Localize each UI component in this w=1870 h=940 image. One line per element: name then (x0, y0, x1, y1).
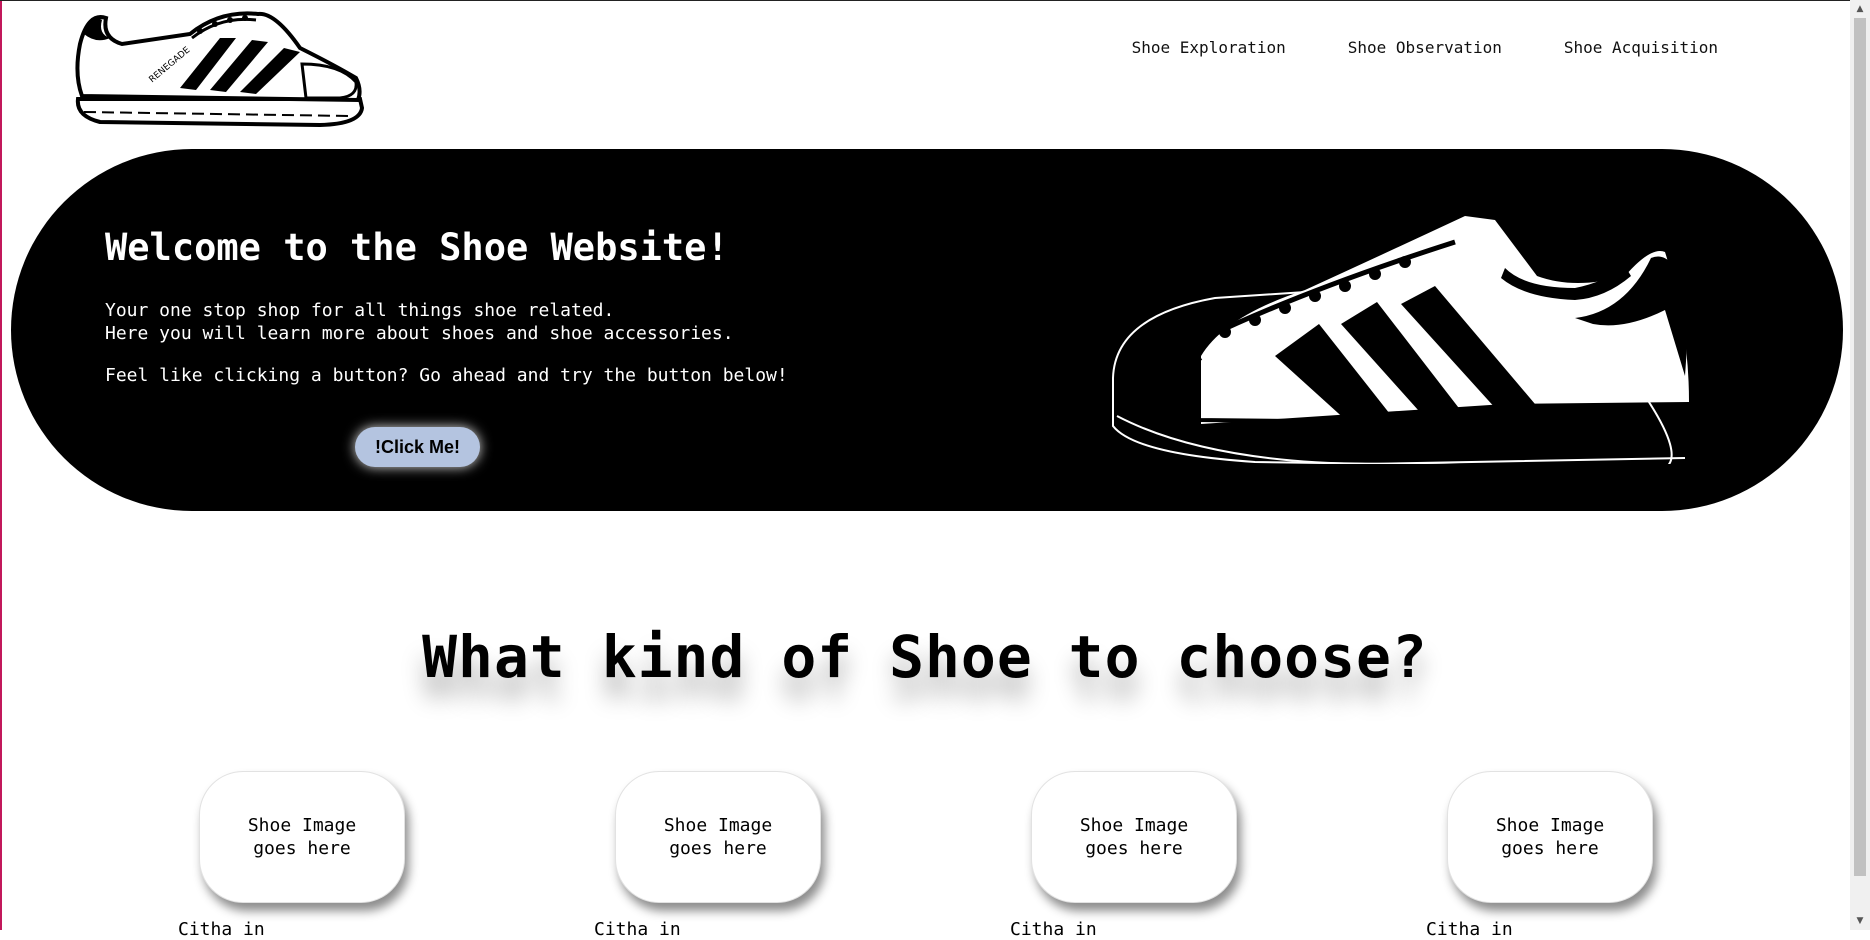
shoe-card-image-placeholder: Shoe Image goes here (1079, 815, 1189, 859)
hero-line-3: Feel like clicking a button? Go ahead an… (105, 365, 788, 386)
shoe-card-2[interactable]: Shoe Image goes here (615, 771, 821, 903)
shoe-card-image-placeholder: Shoe Image goes here (663, 815, 773, 859)
section-title: What kind of Shoe to choose? (422, 623, 1428, 691)
nav-link-shoe-observation[interactable]: Shoe Observation (1348, 38, 1502, 57)
vertical-scrollbar[interactable]: ▲ ▼ (1850, 0, 1870, 930)
shoe-card-1[interactable]: Shoe Image goes here (199, 771, 405, 903)
shoe-logo-icon[interactable]: RENEGADE (70, 4, 372, 134)
hero-line-1: Your one stop shop for all things shoe r… (105, 300, 615, 321)
hero-banner: Welcome to the Shoe Website! Your one st… (11, 149, 1843, 511)
shoe-card-image-placeholder: Shoe Image goes here (247, 815, 357, 859)
hero-line-2: Here you will learn more about shoes and… (105, 323, 734, 344)
page-top-border (0, 0, 1850, 1)
nav-link-shoe-exploration[interactable]: Shoe Exploration (1132, 38, 1286, 57)
scroll-down-arrow-icon[interactable]: ▼ (1850, 913, 1870, 929)
hero-title: Welcome to the Shoe Website! (105, 226, 729, 269)
shoe-card-4[interactable]: Shoe Image goes here (1447, 771, 1653, 903)
scroll-up-arrow-icon[interactable]: ▲ (1850, 1, 1870, 17)
nav-link-shoe-acquisition[interactable]: Shoe Acquisition (1564, 38, 1718, 57)
page-left-border (0, 0, 2, 930)
main-nav: Shoe Exploration Shoe Observation Shoe A… (1132, 38, 1718, 57)
scrollbar-thumb[interactable] (1854, 18, 1866, 876)
shoe-card-image-placeholder: Shoe Image goes here (1495, 815, 1605, 859)
sneaker-illustration-icon (1112, 216, 1689, 464)
hero-text: Your one stop shop for all things shoe r… (105, 299, 788, 387)
shoe-card-3[interactable]: Shoe Image goes here (1031, 771, 1237, 903)
click-me-button[interactable]: !Click Me! (355, 427, 480, 467)
